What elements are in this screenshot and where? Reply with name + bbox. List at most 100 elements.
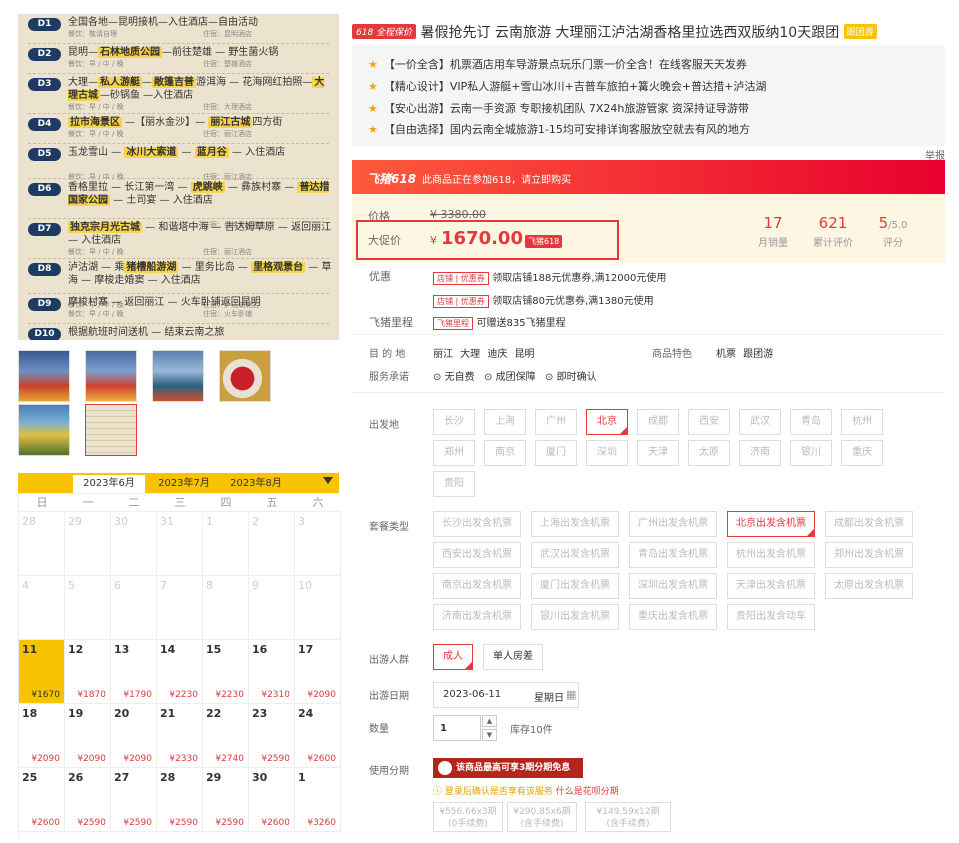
route-text: —前往楚雄 — 野生菌火锅 bbox=[162, 47, 279, 58]
tab-july[interactable]: 2023年7月 bbox=[148, 475, 220, 493]
city-option[interactable]: 太原 bbox=[688, 440, 730, 466]
star-icon: ★ bbox=[368, 58, 378, 71]
city-option[interactable]: 郑州 bbox=[433, 440, 475, 466]
calendar-day[interactable]: 30 ¥2600 bbox=[249, 768, 295, 832]
calendar-day[interactable]: 27 ¥2590 bbox=[111, 768, 157, 832]
package-option[interactable]: 西安出发含机票 bbox=[433, 542, 521, 568]
calendar-day[interactable]: 16 ¥2310 bbox=[249, 640, 295, 704]
day-route: 泸沽湖 — 乘猪槽船游湖 — 里务比岛 — 里格观景台 — 草海 — 摩梭走婚窦… bbox=[68, 261, 333, 287]
installment-plan[interactable]: ¥149.59x12期 (含手续费) bbox=[585, 802, 671, 832]
calendar-day[interactable]: 26 ¥2590 bbox=[65, 768, 111, 832]
day-number: 6 bbox=[114, 579, 121, 592]
city-option[interactable]: 重庆 bbox=[841, 440, 883, 466]
chevron-down-icon[interactable] bbox=[323, 477, 333, 484]
calendar-day[interactable]: 28 ¥2590 bbox=[157, 768, 203, 832]
package-option[interactable]: 成都出发含机票 bbox=[825, 511, 913, 537]
quantity-input[interactable]: 1 bbox=[433, 715, 481, 741]
decrement-button[interactable]: ▼ bbox=[482, 729, 497, 741]
calendar-day[interactable]: 17 ¥2090 bbox=[295, 640, 341, 704]
package-option[interactable]: 北京出发含机票 bbox=[727, 511, 815, 537]
city-option[interactable]: 厦门 bbox=[535, 440, 577, 466]
city-option[interactable]: 上海 bbox=[484, 409, 526, 435]
city-option[interactable]: 南京 bbox=[484, 440, 526, 466]
star-icon: ★ bbox=[368, 80, 378, 93]
calendar-day[interactable]: 1 ¥3260 bbox=[295, 768, 341, 832]
package-option[interactable]: 杭州出发含机票 bbox=[727, 542, 815, 568]
day-number: 30 bbox=[252, 771, 268, 784]
city-option[interactable]: 广州 bbox=[535, 409, 577, 435]
huabei-link[interactable]: 什么是花呗分期 bbox=[556, 787, 619, 797]
package-option[interactable]: 贵阳出发含动车 bbox=[727, 604, 815, 630]
highlight-spot: 丽江古城 bbox=[208, 117, 253, 128]
date-value: 2023-06-11 bbox=[443, 689, 502, 700]
calendar-day[interactable]: 18 ¥2090 bbox=[19, 704, 65, 768]
thumbnail-2[interactable] bbox=[85, 350, 137, 402]
fliggy-618-logo: 飞猪618 bbox=[367, 172, 417, 186]
calendar-day[interactable]: 13 ¥1790 bbox=[111, 640, 157, 704]
tab-august[interactable]: 2023年8月 bbox=[220, 475, 292, 493]
package-option[interactable]: 武汉出发含机票 bbox=[531, 542, 619, 568]
day-number: 12 bbox=[68, 643, 84, 656]
city-option[interactable]: 长沙 bbox=[433, 409, 475, 435]
package-option[interactable]: 重庆出发含机票 bbox=[629, 604, 717, 630]
city-option[interactable]: 济南 bbox=[739, 440, 781, 466]
package-option[interactable]: 郑州出发含机票 bbox=[825, 542, 913, 568]
package-option[interactable]: 上海出发含机票 bbox=[531, 511, 619, 537]
tab-june[interactable]: 2023年6月 bbox=[73, 475, 145, 493]
thumbnail-3[interactable] bbox=[152, 350, 204, 402]
installment-plan[interactable]: ¥556.66x3期 (0手续费) bbox=[433, 802, 503, 832]
package-option[interactable]: 长沙出发含机票 bbox=[433, 511, 521, 537]
city-option[interactable]: 深圳 bbox=[586, 440, 628, 466]
calendar-day[interactable]: 23 ¥2590 bbox=[249, 704, 295, 768]
thumbnail-5[interactable] bbox=[18, 404, 70, 456]
package-option[interactable]: 青岛出发含机票 bbox=[629, 542, 717, 568]
thumbnail-1[interactable] bbox=[18, 350, 70, 402]
calendar-day[interactable]: 22 ¥2740 bbox=[203, 704, 249, 768]
calendar-day[interactable]: 19 ¥2090 bbox=[65, 704, 111, 768]
city-option[interactable]: 武汉 bbox=[739, 409, 781, 435]
thumbnail-4[interactable] bbox=[219, 350, 271, 402]
package-option[interactable]: 济南出发含机票 bbox=[433, 604, 521, 630]
day-badge: D10 bbox=[28, 328, 61, 340]
package-option[interactable]: 南京出发含机票 bbox=[433, 573, 521, 599]
feature-list: ★ 【一价全含】机票酒店用车导游景点玩乐门票一价全含！在线客服天天发券 ★ 【精心设… bbox=[352, 45, 945, 146]
city-option[interactable]: 青岛 bbox=[790, 409, 832, 435]
coupon-item[interactable]: 店铺 | 优惠券 领取店铺188元优惠券,满12000元使用 bbox=[433, 269, 666, 285]
package-option[interactable]: 广州出发含机票 bbox=[629, 511, 717, 537]
package-option[interactable]: 深圳出发含机票 bbox=[629, 573, 717, 599]
increment-button[interactable]: ▲ bbox=[482, 715, 497, 727]
package-option[interactable]: 银川出发含机票 bbox=[531, 604, 619, 630]
calendar-day[interactable]: 20 ¥2090 bbox=[111, 704, 157, 768]
package-option[interactable]: 太原出发含机票 bbox=[825, 573, 913, 599]
calendar-day[interactable]: 15 ¥2230 bbox=[203, 640, 249, 704]
calendar-day[interactable]: 12 ¥1870 bbox=[65, 640, 111, 704]
calendar-day[interactable]: 29 ¥2590 bbox=[203, 768, 249, 832]
calendar-day: 1 bbox=[203, 512, 249, 576]
installment-plan[interactable]: ¥290.85x6期 (含手续费) bbox=[507, 802, 577, 832]
stat-reviews[interactable]: 621 累计评价 bbox=[803, 214, 863, 249]
day-divider bbox=[28, 73, 329, 74]
city-option[interactable]: 北京 bbox=[586, 409, 628, 435]
calendar-day[interactable]: 25 ¥2600 bbox=[19, 768, 65, 832]
city-option[interactable]: 天津 bbox=[637, 440, 679, 466]
city-option[interactable]: 西安 bbox=[688, 409, 730, 435]
day-badge: D4 bbox=[28, 118, 61, 131]
date-picker[interactable]: 2023-06-11 星期日 ▦ bbox=[433, 682, 579, 708]
option-single-room[interactable]: 单人房差 bbox=[483, 644, 543, 670]
option-adult[interactable]: 成人 bbox=[433, 644, 473, 670]
city-option[interactable]: 银川 bbox=[790, 440, 832, 466]
divider bbox=[352, 334, 945, 335]
city-option[interactable]: 贵阳 bbox=[433, 471, 475, 497]
service-item: ⊙ 成团保障 bbox=[484, 372, 536, 383]
package-option[interactable]: 厦门出发含机票 bbox=[531, 573, 619, 599]
calendar-day[interactable]: 21 ¥2330 bbox=[157, 704, 203, 768]
city-option[interactable]: 成都 bbox=[637, 409, 679, 435]
calendar-day[interactable]: 11 ¥1670 bbox=[19, 640, 65, 704]
city-option[interactable]: 杭州 bbox=[841, 409, 883, 435]
package-option[interactable]: 天津出发含机票 bbox=[727, 573, 815, 599]
calendar-day[interactable]: 14 ¥2230 bbox=[157, 640, 203, 704]
thumbnail-6[interactable] bbox=[85, 404, 137, 456]
calendar-day[interactable]: 24 ¥2600 bbox=[295, 704, 341, 768]
coupon-item[interactable]: 店铺 | 优惠券 领取店铺80元优惠券,满1380元使用 bbox=[433, 292, 654, 308]
day-number: 26 bbox=[68, 771, 84, 784]
